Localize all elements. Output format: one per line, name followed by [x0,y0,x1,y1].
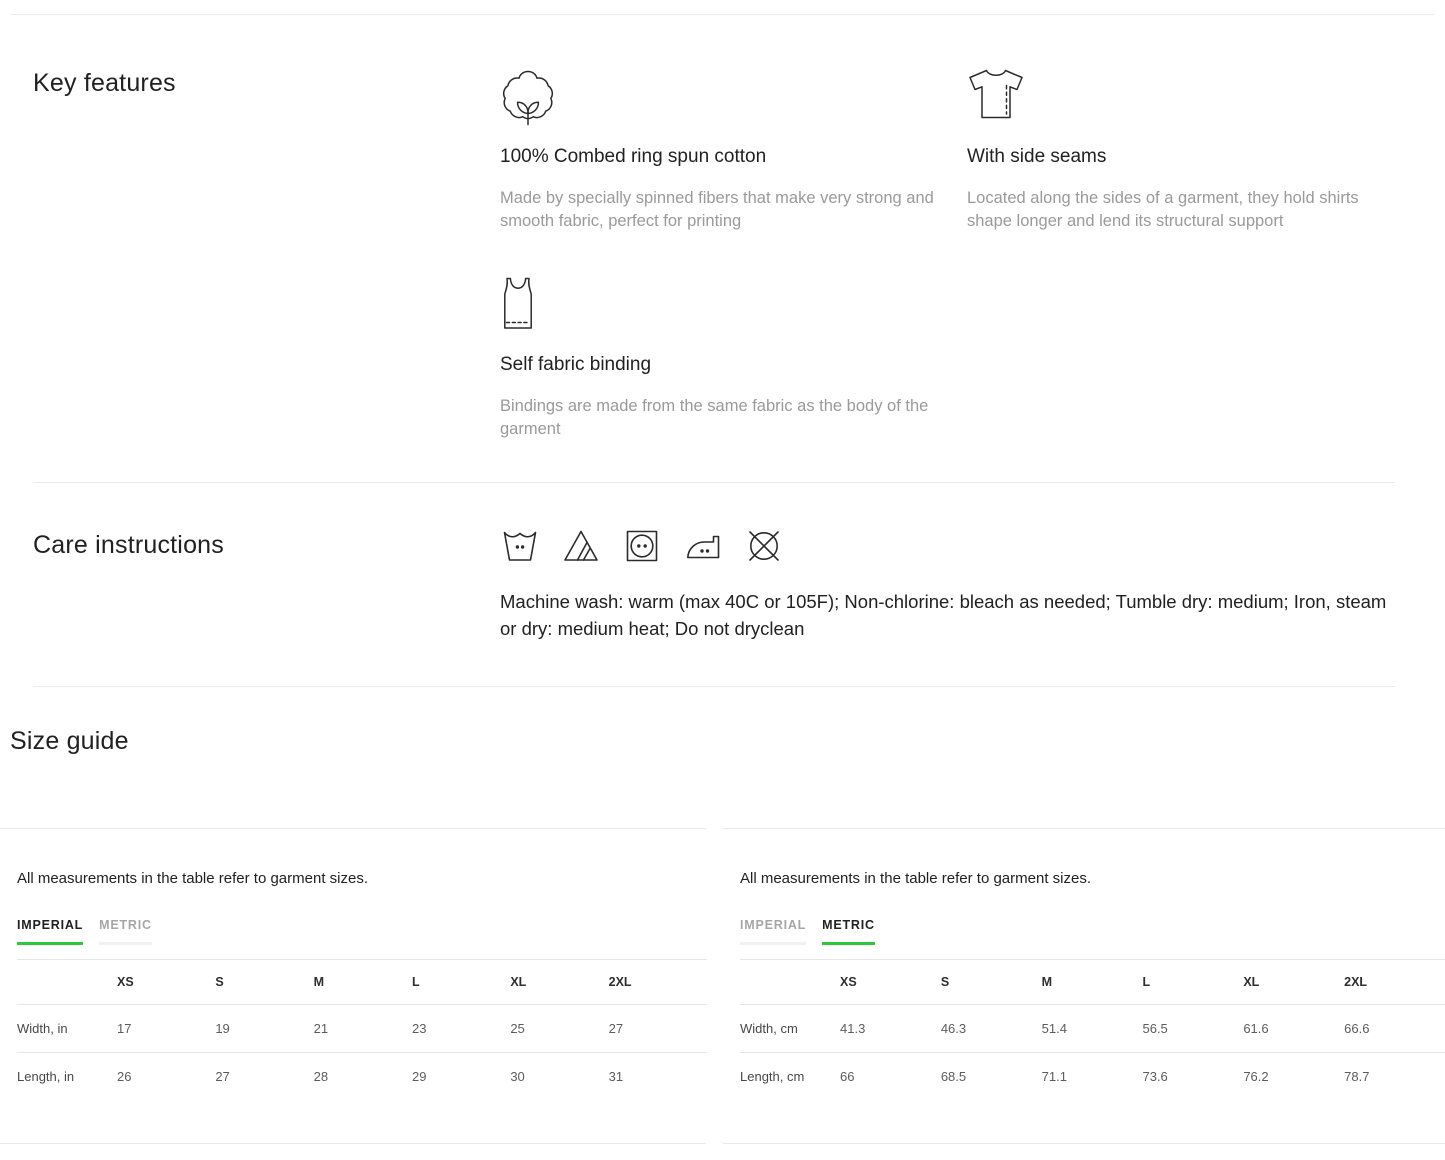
row-label: Length, cm [740,1053,840,1101]
iron-icon [685,529,721,563]
size-value: 78.7 [1344,1053,1445,1101]
machine-wash-icon [502,529,538,563]
size-value: 71.1 [1042,1053,1143,1101]
unit-tabs: IMPERIAL METRIC [740,918,1445,945]
size-value: 19 [215,1005,313,1053]
size-value: 26 [117,1053,215,1101]
feature-title: Self fabric binding [500,354,967,376]
feature-description: Bindings are made from the same fabric a… [500,395,940,441]
feature-description: Made by specially spinned fibers that ma… [500,187,940,233]
size-table-metric: XS S M L XL 2XL Width, cm 41.3 46.3 51.4… [740,959,1445,1101]
size-col-header: L [1142,960,1243,1005]
feature-self-binding: Self fabric binding Bindings are made fr… [500,276,967,441]
key-features-grid: 100% Combed ring spun cotton Made by spe… [500,68,1430,441]
key-features-heading: Key features [33,69,176,98]
size-table-header-row: XS S M L XL 2XL [17,960,707,1005]
size-value: 21 [314,1005,412,1053]
size-value: 56.5 [1142,1005,1243,1053]
table-row-length: Length, cm 66 68.5 71.1 73.6 76.2 78.7 [740,1053,1445,1101]
size-value: 17 [117,1005,215,1053]
tank-top-binding-icon [500,276,967,334]
size-value: 23 [412,1005,510,1053]
size-table-imperial: XS S M L XL 2XL Width, in 17 19 21 23 25… [17,959,707,1101]
row-label: Width, in [17,1005,117,1053]
size-col-header: S [941,960,1042,1005]
top-divider [11,14,1434,15]
care-instructions-heading: Care instructions [33,531,224,560]
tumble-dry-icon [624,529,660,563]
tab-imperial[interactable]: IMPERIAL [740,918,806,945]
size-section-divider [33,686,1395,687]
size-value: 29 [412,1053,510,1101]
size-value: 30 [510,1053,608,1101]
size-col-header: S [215,960,313,1005]
size-col-header: M [314,960,412,1005]
feature-cotton: 100% Combed ring spun cotton Made by spe… [500,68,967,233]
size-col-blank [740,960,840,1005]
size-guide-note: All measurements in the table refer to g… [17,870,706,887]
size-col-header: XL [510,960,608,1005]
size-col-header: XL [1243,960,1344,1005]
size-col-header: XS [840,960,941,1005]
size-value: 73.6 [1142,1053,1243,1101]
row-label: Width, cm [740,1005,840,1053]
table-row-width: Width, cm 41.3 46.3 51.4 56.5 61.6 66.6 [740,1005,1445,1053]
size-value: 41.3 [840,1005,941,1053]
non-chlorine-bleach-icon [563,529,599,563]
do-not-dryclean-icon [746,529,782,563]
table-row-length: Length, in 26 27 28 29 30 31 [17,1053,707,1101]
size-value: 51.4 [1042,1005,1143,1053]
size-value: 66 [840,1053,941,1101]
care-instructions-text: Machine wash: warm (max 40C or 105F); No… [500,588,1390,642]
size-value: 68.5 [941,1053,1042,1101]
care-section-divider [33,482,1395,483]
feature-description: Located along the sides of a garment, th… [967,187,1407,233]
table-row-width: Width, in 17 19 21 23 25 27 [17,1005,707,1053]
size-col-header: L [412,960,510,1005]
cotton-icon [500,68,967,126]
row-label: Length, in [17,1053,117,1101]
size-value: 27 [609,1005,707,1053]
size-guide-card-imperial: All measurements in the table refer to g… [0,828,706,1144]
size-col-header: 2XL [609,960,707,1005]
size-table-header-row: XS S M L XL 2XL [740,960,1445,1005]
size-value: 61.6 [1243,1005,1344,1053]
feature-side-seams: With side seams Located along the sides … [967,68,1430,233]
size-value: 27 [215,1053,313,1101]
size-value: 25 [510,1005,608,1053]
size-value: 31 [609,1053,707,1101]
tab-metric[interactable]: METRIC [822,918,875,945]
feature-title: 100% Combed ring spun cotton [500,146,967,168]
size-value: 76.2 [1243,1053,1344,1101]
size-col-header: M [1042,960,1143,1005]
product-details-page: Key features 100% Combed ring spun cotto… [0,0,1445,1160]
unit-tabs: IMPERIAL METRIC [17,918,706,945]
size-col-header: XS [117,960,215,1005]
size-col-blank [17,960,117,1005]
tab-metric[interactable]: METRIC [99,918,152,945]
size-value: 46.3 [941,1005,1042,1053]
tab-imperial[interactable]: IMPERIAL [17,918,83,945]
feature-title: With side seams [967,146,1430,168]
care-icons-row [502,529,782,563]
size-guide-heading: Size guide [10,727,129,756]
size-value: 66.6 [1344,1005,1445,1053]
size-guide-card-metric: All measurements in the table refer to g… [723,828,1445,1144]
size-col-header: 2XL [1344,960,1445,1005]
size-guide-note: All measurements in the table refer to g… [740,870,1445,887]
size-value: 28 [314,1053,412,1101]
tshirt-side-seams-icon [967,68,1430,126]
